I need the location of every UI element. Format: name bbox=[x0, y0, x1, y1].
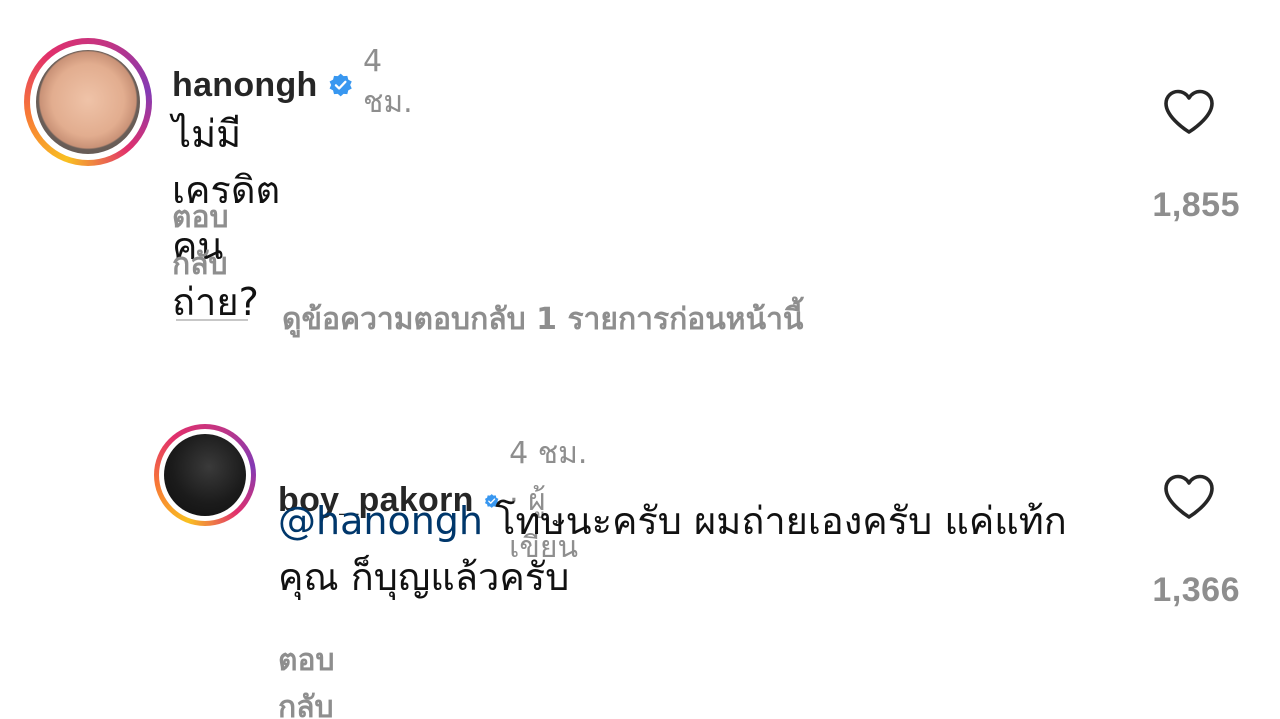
avatar bbox=[164, 434, 246, 516]
divider-line bbox=[176, 318, 248, 321]
heart-outline-icon[interactable] bbox=[1162, 473, 1216, 521]
comment-time: 4 ชม. bbox=[362, 44, 413, 120]
like-column: 1,366 bbox=[1110, 473, 1240, 610]
username[interactable]: hanongh bbox=[172, 66, 318, 105]
heart-outline-icon[interactable] bbox=[1162, 88, 1216, 136]
avatar-story-ring[interactable] bbox=[154, 424, 256, 526]
avatar bbox=[36, 50, 140, 154]
verified-badge-icon bbox=[329, 73, 352, 97]
avatar-story-ring[interactable] bbox=[24, 38, 152, 166]
like-count: 1,366 bbox=[1152, 571, 1240, 609]
reply-button[interactable]: ตอบกลับ bbox=[172, 194, 229, 288]
reply-button[interactable]: ตอบกลับ bbox=[278, 637, 335, 719]
view-previous-replies-label: ดูข้อความตอบกลับ 1 รายการก่อนหน้านี้ bbox=[282, 302, 804, 337]
like-count: 1,855 bbox=[1152, 186, 1240, 224]
mention-link[interactable]: @hanongh bbox=[278, 499, 483, 543]
like-column: 1,855 bbox=[1110, 88, 1240, 225]
view-previous-replies-button[interactable]: ดูข้อความตอบกลับ 1 รายการก่อนหน้านี้ bbox=[176, 296, 803, 343]
comment-text: @hanongh โทษนะครับ ผมถ่ายเองครับ แค่แท้ก… bbox=[278, 493, 1118, 605]
comment-thread: hanongh 4 ชม. ไม่มีเครดิตคนถ่าย? ตอบกลับ… bbox=[0, 0, 1280, 719]
